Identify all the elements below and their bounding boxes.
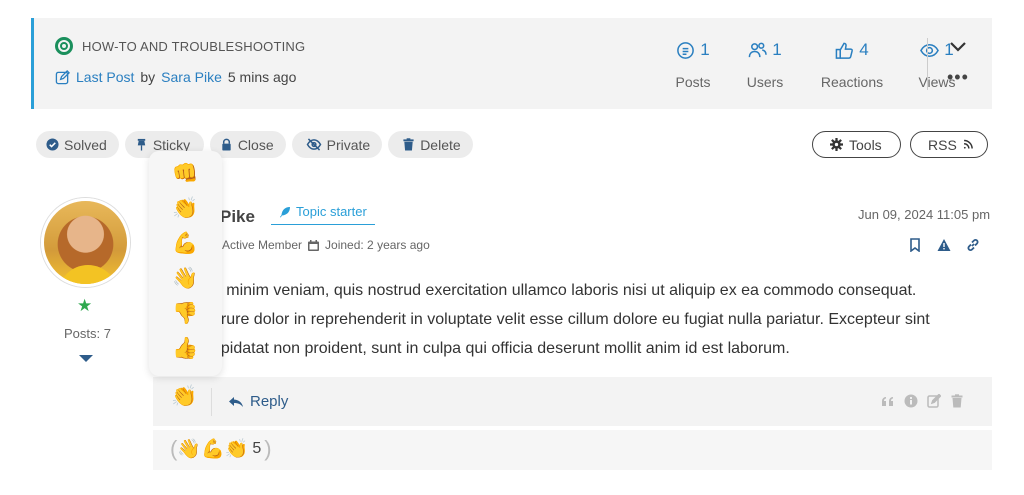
reply-label: Reply xyxy=(250,393,289,410)
last-post-time: 5 mins ago xyxy=(227,69,297,85)
trash-icon xyxy=(403,138,414,151)
post-line: e irure dolor in reprehenderit in volupt… xyxy=(204,311,930,328)
post-action-bar: 👏 Reply xyxy=(153,377,992,426)
post-body: ad minim veniam, quis nostrud exercitati… xyxy=(204,276,998,363)
reactions-popup: 👊 👏 💪 👋 👎 👍 xyxy=(149,151,222,376)
topic-action-bar: Solved Sticky Close Private Delete xyxy=(36,131,473,158)
author-joined: Joined: 2 years ago xyxy=(325,238,430,252)
eye-slash-icon xyxy=(306,138,321,151)
topic-stats: 1 Posts 1 Users 4 Reactions 1 Views xyxy=(664,39,966,90)
stat-posts: 1 Posts xyxy=(664,39,722,90)
edit-icon xyxy=(55,69,70,84)
quote-icon[interactable] xyxy=(881,394,895,408)
solved-label: Solved xyxy=(64,136,107,153)
reply-icon xyxy=(229,396,243,407)
paren-close: ) xyxy=(264,436,272,461)
lock-icon xyxy=(222,138,231,151)
lifebuoy-icon xyxy=(55,37,73,55)
close-label: Close xyxy=(237,136,274,153)
more-options-icon[interactable]: ••• xyxy=(947,68,969,86)
private-label: Private xyxy=(326,136,371,153)
post-icons xyxy=(908,238,980,252)
users-icon xyxy=(748,42,768,57)
post-line: cupidatat non proident, sunt in culpa qu… xyxy=(204,340,790,357)
bookmark-icon[interactable] xyxy=(908,238,922,252)
paren-open: ( xyxy=(170,436,178,461)
category-title[interactable]: HOW-TO AND TROUBLESHOOTING xyxy=(82,39,305,54)
reaction-option-muscle[interactable]: 💪 xyxy=(172,231,198,256)
reaction-option-thumbs-down[interactable]: 👎 xyxy=(172,301,198,326)
rss-label: RSS xyxy=(928,136,957,153)
star-icon: ★ xyxy=(77,296,93,315)
react-button[interactable]: 👏 xyxy=(171,385,197,409)
tools-button[interactable]: Tools xyxy=(812,131,901,158)
last-post-row: Last Post by Sara Pike 5 mins ago xyxy=(55,69,296,85)
delete-label: Delete xyxy=(420,136,461,153)
last-post-by: by xyxy=(140,69,156,85)
author-name[interactable]: Pike xyxy=(220,207,255,227)
topic-header: HOW-TO AND TROUBLESHOOTING Last Post by … xyxy=(31,18,992,109)
delete-button[interactable]: Delete xyxy=(388,131,473,158)
reaction-option-thumbs-up[interactable]: 👍 xyxy=(172,336,198,361)
topic-starter-label: Topic starter xyxy=(296,204,367,219)
link-icon[interactable] xyxy=(966,238,980,252)
feather-icon xyxy=(280,206,290,217)
stat-reactions-label: Reactions xyxy=(820,74,884,90)
edit-icon[interactable] xyxy=(927,394,941,408)
private-button[interactable]: Private xyxy=(291,131,383,158)
divider xyxy=(927,38,928,90)
trash-icon[interactable] xyxy=(950,394,964,408)
post-tools xyxy=(881,394,964,408)
reaction-clap: 👏 xyxy=(224,439,249,460)
stat-users-value: 1 xyxy=(772,40,782,59)
post-line: ad minim veniam, quis nostrud exercitati… xyxy=(204,282,917,299)
info-icon[interactable] xyxy=(904,394,918,408)
category-row: HOW-TO AND TROUBLESHOOTING xyxy=(55,37,305,55)
stat-users-label: Users xyxy=(746,74,784,90)
caret-down-icon[interactable] xyxy=(79,355,93,362)
author-meta: Active Member Joined: 2 years ago xyxy=(222,238,430,252)
rss-icon xyxy=(963,139,973,149)
posts-icon xyxy=(677,41,695,59)
stat-posts-label: Posts xyxy=(675,74,711,90)
last-post-author[interactable]: Sara Pike xyxy=(161,69,222,85)
pin-icon xyxy=(137,138,146,151)
stat-reactions: 4 Reactions xyxy=(812,39,892,90)
rss-button[interactable]: RSS xyxy=(910,131,988,158)
reply-button[interactable]: Reply xyxy=(229,393,288,410)
avatar[interactable] xyxy=(41,198,130,287)
warning-icon[interactable] xyxy=(937,238,951,252)
reaction-wave: 👋 xyxy=(177,439,201,460)
stat-users: 1 Users xyxy=(736,39,794,90)
solved-button[interactable]: Solved xyxy=(36,131,119,158)
reaction-muscle: 💪 xyxy=(201,439,225,460)
topic-starter-badge: Topic starter xyxy=(271,204,375,225)
last-post-link[interactable]: Last Post xyxy=(76,69,134,85)
thumbs-up-icon xyxy=(835,42,854,59)
divider xyxy=(211,388,212,416)
stat-posts-value: 1 xyxy=(700,40,710,59)
reaction-option-clap[interactable]: 👏 xyxy=(172,196,198,221)
reaction-count: 5 xyxy=(252,440,262,457)
close-button[interactable]: Close xyxy=(209,131,286,158)
author-rank: Active Member xyxy=(222,238,303,252)
topic-tools-bar: Tools RSS xyxy=(812,131,988,158)
tools-label: Tools xyxy=(849,136,882,153)
reaction-option-wave[interactable]: 👋 xyxy=(172,266,198,291)
check-circle-icon xyxy=(46,138,59,151)
author-posts-count: Posts: 7 xyxy=(64,326,111,341)
chevron-down-icon[interactable] xyxy=(949,40,967,54)
reaction-option-fist[interactable]: 👊 xyxy=(172,161,198,186)
stat-reactions-value: 4 xyxy=(859,40,869,59)
eye-icon xyxy=(920,43,940,57)
reaction-summary[interactable]: ( 👋 💪 👏 5 ) xyxy=(153,430,992,470)
post-date: Jun 09, 2024 11:05 pm xyxy=(858,207,991,222)
gear-icon xyxy=(830,138,843,151)
calendar-icon xyxy=(308,239,320,251)
